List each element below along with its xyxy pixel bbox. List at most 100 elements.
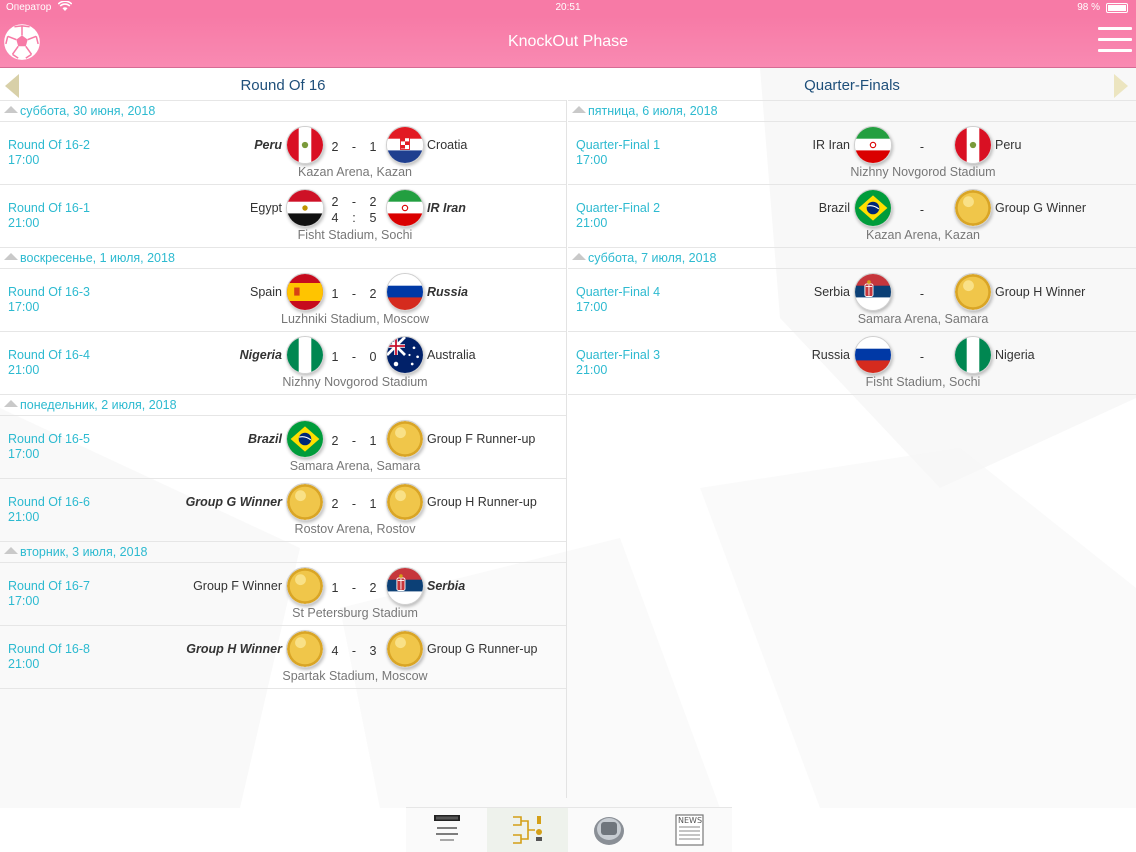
home-team-name: Group G Winner <box>185 495 282 509</box>
news-icon: NEWS <box>675 814 704 846</box>
match-title: Round Of 16-6 <box>8 495 90 509</box>
away-score: 2 <box>369 195 377 209</box>
home-score: 4 <box>331 644 339 658</box>
match-title: Round Of 16-2 <box>8 138 90 152</box>
score: 1-2 <box>328 580 380 596</box>
score-separator: - <box>351 140 357 154</box>
home-team-name: Spain <box>250 285 282 299</box>
match-title: Round Of 16-5 <box>8 432 90 446</box>
match-row[interactable]: Round Of 16-1 21:00 Egypt 2-2 4:5 IR Iran Fish… <box>0 185 566 248</box>
egypt-flag-icon <box>286 189 324 227</box>
away-score: 2 <box>369 287 377 301</box>
home-penalties: 4 <box>331 211 339 225</box>
away-team-name: Serbia <box>427 579 466 593</box>
away-team-name: Group G Runner-up <box>427 642 538 656</box>
battery-icon <box>1106 3 1128 13</box>
home-score: 2 <box>331 195 339 209</box>
match-name: Round Of 16-1 21:00 <box>8 201 90 231</box>
date-label: суббота, 7 июля, 2018 <box>588 251 717 265</box>
home-score: 2 <box>331 140 339 154</box>
next-round-arrow-icon[interactable] <box>1114 74 1128 98</box>
score-row: 1-2 <box>328 580 380 596</box>
gold-flag-icon <box>386 630 424 668</box>
date-header[interactable]: суббота, 7 июля, 2018 <box>568 248 1136 269</box>
serbia-flag-icon <box>386 567 424 605</box>
match-name: Round Of 16-4 21:00 <box>8 348 90 378</box>
collapse-triangle-icon <box>4 400 18 408</box>
tab-winner[interactable] <box>406 808 487 852</box>
match-name: Round Of 16-7 17:00 <box>8 579 90 609</box>
score-row: - <box>896 202 948 218</box>
tab-news[interactable]: NEWS <box>649 808 730 852</box>
peru-flag-icon <box>954 126 992 164</box>
home-score <box>896 349 910 365</box>
match-name: Quarter-Final 2 21:00 <box>576 201 660 231</box>
previous-round-arrow-icon[interactable] <box>5 74 19 98</box>
venue-label: Nizhny Novgorod Stadium <box>850 165 996 179</box>
match-row[interactable]: Round Of 16-4 21:00 Nigeria 1-0 Australia Niz… <box>0 332 566 395</box>
date-header[interactable]: пятница, 6 июля, 2018 <box>568 101 1136 122</box>
match-time: 21:00 <box>576 363 608 377</box>
date-header[interactable]: суббота, 30 июня, 2018 <box>0 101 566 122</box>
score-separator: - <box>919 203 925 217</box>
away-score: 1 <box>369 497 377 511</box>
venue-label: St Petersburg Stadium <box>292 606 418 620</box>
score-separator: - <box>351 581 357 595</box>
gold-flag-icon <box>286 630 324 668</box>
tab-bracket[interactable] <box>487 808 568 852</box>
match-list: суббота, 30 июня, 2018 Round Of 16-2 17:00… <box>0 101 566 689</box>
match-name: Round Of 16-5 17:00 <box>8 432 90 462</box>
russia-flag-icon <box>386 273 424 311</box>
score-separator: - <box>351 287 357 301</box>
australia-flag-icon <box>386 336 424 374</box>
score-separator: - <box>351 644 357 658</box>
match-time: 21:00 <box>8 216 40 230</box>
match-row[interactable]: Round Of 16-8 21:00 Group H Winner 4-3 Group… <box>0 626 566 689</box>
match-row[interactable]: Quarter-Final 3 21:00 Russia - Nigeria Fisht … <box>568 332 1136 395</box>
date-header[interactable]: вторник, 3 июля, 2018 <box>0 542 566 563</box>
score: 4-3 <box>328 643 380 659</box>
match-row[interactable]: Round Of 16-2 17:00 Peru 2-1 Croatia Kazan Ar… <box>0 122 566 185</box>
score: - <box>896 139 948 155</box>
match-time: 21:00 <box>8 657 40 671</box>
date-header[interactable]: воскресенье, 1 июля, 2018 <box>0 248 566 269</box>
away-score: 2 <box>369 581 377 595</box>
away-score: 1 <box>369 434 377 448</box>
column-title: Quarter-Finals <box>804 77 900 94</box>
match-row[interactable]: Round Of 16-6 21:00 Group G Winner 2-1 Group… <box>0 479 566 542</box>
gold-flag-icon <box>286 567 324 605</box>
away-team-name: Russia <box>427 285 468 299</box>
gold-flag-icon <box>386 420 424 458</box>
match-row[interactable]: Round Of 16-5 17:00 Brazil 2-1 Group F Runne… <box>0 416 566 479</box>
collapse-triangle-icon <box>572 253 586 261</box>
page-title: KnockOut Phase <box>507 33 629 50</box>
match-row[interactable]: Round Of 16-3 17:00 Spain 1-2 Russia Luzhniki… <box>0 269 566 332</box>
hamburger-menu-icon[interactable] <box>1098 27 1132 55</box>
brazil-flag-icon <box>854 189 892 227</box>
battery-label: 98 % <box>1077 2 1100 13</box>
score: 2-1 <box>328 139 380 155</box>
home-team-name: Serbia <box>813 285 850 299</box>
home-team-name: Brazil <box>247 432 282 446</box>
match-row[interactable]: Quarter-Final 4 17:00 Serbia - Group H Winne… <box>568 269 1136 332</box>
peru-flag-icon <box>286 126 324 164</box>
match-name: Quarter-Final 3 21:00 <box>576 348 660 378</box>
venue-label: Samara Arena, Samara <box>289 459 421 473</box>
home-team-name: Egypt <box>250 201 282 215</box>
match-row[interactable]: Quarter-Final 1 17:00 IR Iran - Peru Nizhny N… <box>568 122 1136 185</box>
home-score <box>896 202 910 218</box>
tab-stadium[interactable] <box>568 808 649 852</box>
away-score <box>934 286 948 302</box>
score: 2-1 <box>328 433 380 449</box>
date-label: понедельник, 2 июля, 2018 <box>20 398 177 412</box>
collapse-triangle-icon <box>4 547 18 555</box>
match-title: Quarter-Final 4 <box>576 285 661 299</box>
venue-label: Kazan Arena, Kazan <box>866 228 980 242</box>
away-team-name: Australia <box>427 348 476 362</box>
match-row[interactable]: Quarter-Final 2 21:00 Brazil - Group G Winne… <box>568 185 1136 248</box>
match-row[interactable]: Round Of 16-7 17:00 Group F Winner 1-2 Serbi… <box>0 563 566 626</box>
score: 2-24:5 <box>328 194 380 226</box>
date-header[interactable]: понедельник, 2 июля, 2018 <box>0 395 566 416</box>
home-team-name: Group H Winner <box>186 642 282 656</box>
match-name: Round Of 16-3 17:00 <box>8 285 90 315</box>
